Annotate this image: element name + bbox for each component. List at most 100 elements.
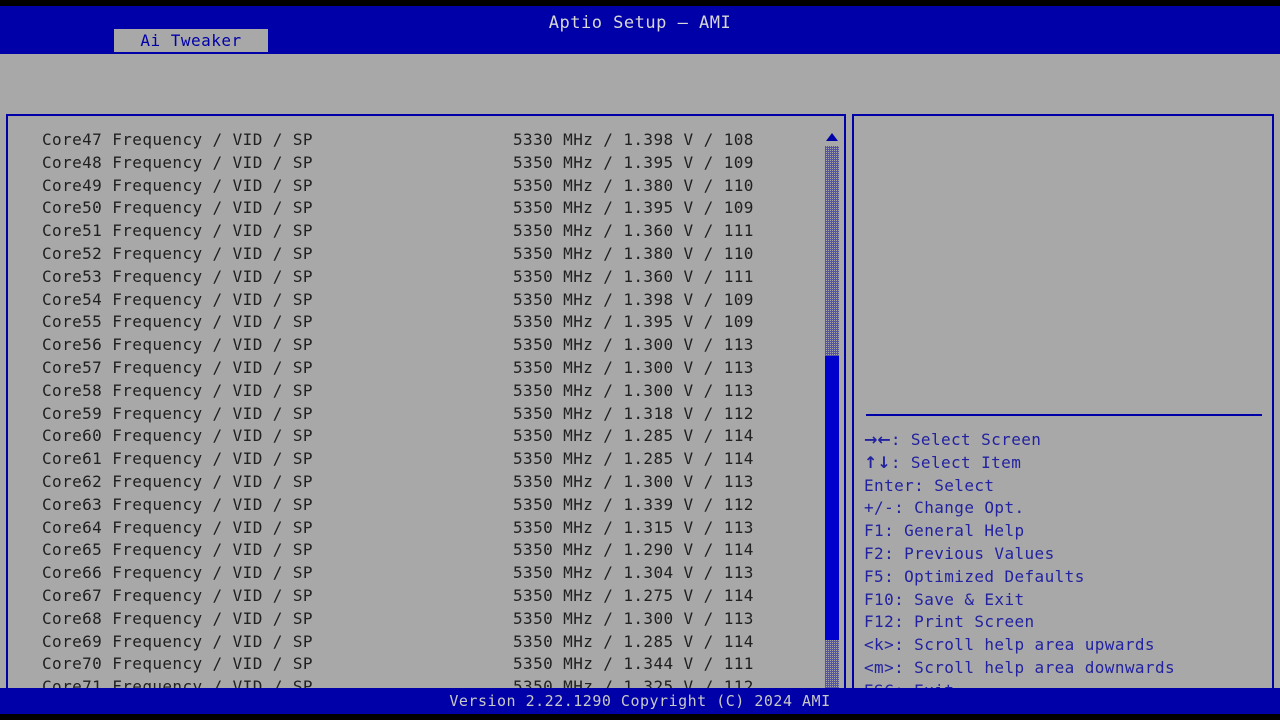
list-item-label: Core64 Frequency / VID / SP xyxy=(42,517,313,537)
help-line-text: <m>: Scroll help area downwards xyxy=(864,657,1176,677)
bios-setup-screen: Aptio Setup – AMI Ai Tweaker Core47 Freq… xyxy=(0,0,1280,720)
list-item-label: Core57 Frequency / VID / SP xyxy=(42,357,313,377)
help-line-text: +/-: Change Opt. xyxy=(864,498,1025,518)
help-line-text: F12: Print Screen xyxy=(864,612,1035,632)
help-key-legend: →←: Select Screen ↑↓: Select Item Enter: S… xyxy=(864,429,1268,703)
bottom-black-bar xyxy=(0,714,1280,720)
list-item[interactable]: Core69 Frequency / VID / SP 5350 MHz / 1.… xyxy=(8,631,828,654)
list-item-value: 5350 MHz / 1.304 V / 113 xyxy=(513,563,754,583)
list-item[interactable]: Core63 Frequency / VID / SP 5350 MHz / 1.… xyxy=(8,494,828,517)
list-item-value: 5350 MHz / 1.315 V / 113 xyxy=(513,517,754,537)
list-item[interactable]: Core60 Frequency / VID / SP 5350 MHz / 1.… xyxy=(8,425,828,448)
list-item[interactable]: Core64 Frequency / VID / SP 5350 MHz / 1.… xyxy=(8,517,828,540)
list-item-value: 5350 MHz / 1.398 V / 109 xyxy=(513,289,754,309)
list-item[interactable]: Core68 Frequency / VID / SP 5350 MHz / 1.… xyxy=(8,608,828,631)
help-line: F2: Previous Values xyxy=(864,543,1268,566)
list-item-value: 5350 MHz / 1.285 V / 114 xyxy=(513,426,754,446)
help-line-text: : Select Screen xyxy=(890,430,1042,449)
help-line: F1: General Help xyxy=(864,520,1268,543)
list-item[interactable]: Core66 Frequency / VID / SP 5350 MHz / 1.… xyxy=(8,562,828,585)
help-line: <k>: Scroll help area upwards xyxy=(864,634,1268,657)
list-item[interactable]: Core62 Frequency / VID / SP 5350 MHz / 1.… xyxy=(8,471,828,494)
list-item-value: 5350 MHz / 1.344 V / 111 xyxy=(513,654,754,674)
list-item-label: Core53 Frequency / VID / SP xyxy=(42,266,313,286)
help-line: Enter: Select xyxy=(864,475,1268,498)
list-item-label: Core68 Frequency / VID / SP xyxy=(42,608,313,628)
list-item[interactable]: Core51 Frequency / VID / SP 5350 MHz / 1.… xyxy=(8,220,828,243)
list-item-label: Core48 Frequency / VID / SP xyxy=(42,152,313,172)
list-item-value: 5350 MHz / 1.300 V / 113 xyxy=(513,335,754,355)
help-line: →←: Select Screen xyxy=(864,429,1268,452)
arrow-keys-icon: ↑↓ xyxy=(864,452,891,472)
list-item-value: 5350 MHz / 1.339 V / 112 xyxy=(513,494,754,514)
list-item[interactable]: Core47 Frequency / VID / SP 5330 MHz / 1.… xyxy=(8,129,828,152)
list-item-value: 5350 MHz / 1.300 V / 113 xyxy=(513,380,754,400)
list-item-value: 5350 MHz / 1.360 V / 111 xyxy=(513,266,754,286)
help-line: ↑↓: Select Item xyxy=(864,452,1268,475)
scroll-up-arrow-icon[interactable] xyxy=(826,133,838,141)
list-item-label: Core56 Frequency / VID / SP xyxy=(42,335,313,355)
list-item-label: Core51 Frequency / VID / SP xyxy=(42,221,313,241)
list-item-label: Core62 Frequency / VID / SP xyxy=(42,471,313,491)
list-item-value: 5350 MHz / 1.380 V / 110 xyxy=(513,243,754,263)
version-text: Version 2.22.1290 Copyright (C) 2024 AMI xyxy=(449,692,831,710)
list-item[interactable]: Core57 Frequency / VID / SP 5350 MHz / 1.… xyxy=(8,357,828,380)
list-item[interactable]: Core70 Frequency / VID / SP 5350 MHz / 1.… xyxy=(8,653,828,676)
list-item-label: Core49 Frequency / VID / SP xyxy=(42,175,313,195)
list-item[interactable]: Core59 Frequency / VID / SP 5350 MHz / 1.… xyxy=(8,403,828,426)
list-item-value: 5350 MHz / 1.318 V / 112 xyxy=(513,403,754,423)
arrow-keys-icon: →← xyxy=(864,430,891,449)
list-item[interactable]: Core65 Frequency / VID / SP 5350 MHz / 1.… xyxy=(8,539,828,562)
help-line-text: F5: Optimized Defaults xyxy=(864,566,1085,586)
help-line: F10: Save & Exit xyxy=(864,589,1268,612)
list-item[interactable]: Core48 Frequency / VID / SP 5350 MHz / 1.… xyxy=(8,152,828,175)
tab-ai-tweaker[interactable]: Ai Tweaker xyxy=(114,29,268,52)
help-line: F5: Optimized Defaults xyxy=(864,566,1268,589)
list-item-value: 5350 MHz / 1.300 V / 113 xyxy=(513,357,754,377)
list-item-value: 5350 MHz / 1.275 V / 114 xyxy=(513,585,754,605)
list-item[interactable]: Core54 Frequency / VID / SP 5350 MHz / 1.… xyxy=(8,289,828,312)
help-separator xyxy=(866,414,1262,416)
help-line: F12: Print Screen xyxy=(864,611,1268,634)
settings-list-panel: Core47 Frequency / VID / SP 5330 MHz / 1.… xyxy=(6,114,846,720)
list-item-value: 5350 MHz / 1.300 V / 113 xyxy=(513,471,754,491)
list-item[interactable]: Core61 Frequency / VID / SP 5350 MHz / 1.… xyxy=(8,448,828,471)
help-line-text: F2: Previous Values xyxy=(864,543,1055,563)
footer-bar: Version 2.22.1290 Copyright (C) 2024 AMI xyxy=(0,688,1280,714)
help-line-text: <k>: Scroll help area upwards xyxy=(864,635,1155,655)
list-item[interactable]: Core56 Frequency / VID / SP 5350 MHz / 1.… xyxy=(8,334,828,357)
list-item[interactable]: Core49 Frequency / VID / SP 5350 MHz / 1.… xyxy=(8,175,828,198)
list-item-value: 5350 MHz / 1.300 V / 113 xyxy=(513,608,754,628)
list-item-value: 5350 MHz / 1.395 V / 109 xyxy=(513,198,754,218)
list-item-label: Core70 Frequency / VID / SP xyxy=(42,654,313,674)
core-frequency-list: Core47 Frequency / VID / SP 5330 MHz / 1.… xyxy=(8,129,828,699)
list-item[interactable]: Core55 Frequency / VID / SP 5350 MHz / 1.… xyxy=(8,311,828,334)
help-line-text: F1: General Help xyxy=(864,521,1025,541)
scrollbar-thumb[interactable] xyxy=(825,356,839,640)
help-line: +/-: Change Opt. xyxy=(864,497,1268,520)
list-item-label: Core63 Frequency / VID / SP xyxy=(42,494,313,514)
list-item[interactable]: Core50 Frequency / VID / SP 5350 MHz / 1.… xyxy=(8,197,828,220)
list-scrollbar[interactable] xyxy=(824,130,840,720)
list-item-value: 5350 MHz / 1.285 V / 114 xyxy=(513,631,754,651)
list-item[interactable]: Core52 Frequency / VID / SP 5350 MHz / 1.… xyxy=(8,243,828,266)
list-item-label: Core59 Frequency / VID / SP xyxy=(42,403,313,423)
list-item-value: 5350 MHz / 1.290 V / 114 xyxy=(513,540,754,560)
list-item-label: Core69 Frequency / VID / SP xyxy=(42,631,313,651)
help-line: <m>: Scroll help area downwards xyxy=(864,657,1268,680)
list-item-value: 5350 MHz / 1.395 V / 109 xyxy=(513,312,754,332)
list-item-value: 5330 MHz / 1.398 V / 108 xyxy=(513,130,754,149)
help-line-text: : Select Item xyxy=(890,452,1022,472)
body-area: Core47 Frequency / VID / SP 5330 MHz / 1.… xyxy=(0,54,1280,720)
list-item-value: 5350 MHz / 1.285 V / 114 xyxy=(513,449,754,469)
list-item[interactable]: Core58 Frequency / VID / SP 5350 MHz / 1.… xyxy=(8,380,828,403)
list-item[interactable]: Core67 Frequency / VID / SP 5350 MHz / 1.… xyxy=(8,585,828,608)
list-item-value: 5350 MHz / 1.360 V / 111 xyxy=(513,221,754,241)
list-item-label: Core65 Frequency / VID / SP xyxy=(42,540,313,560)
help-line-text: F10: Save & Exit xyxy=(864,589,1025,609)
list-item-label: Core66 Frequency / VID / SP xyxy=(42,563,313,583)
list-item-label: Core55 Frequency / VID / SP xyxy=(42,312,313,332)
list-item-value: 5350 MHz / 1.380 V / 110 xyxy=(513,175,754,195)
list-item-label: Core50 Frequency / VID / SP xyxy=(42,198,313,218)
list-item[interactable]: Core53 Frequency / VID / SP 5350 MHz / 1.… xyxy=(8,266,828,289)
